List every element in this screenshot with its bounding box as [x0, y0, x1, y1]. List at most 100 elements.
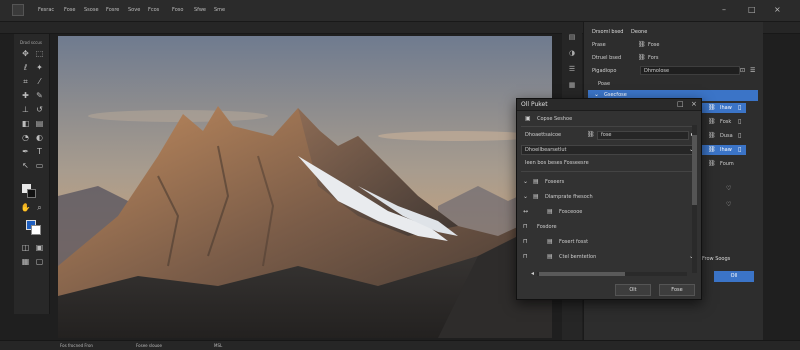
maximize-button[interactable]: □	[677, 100, 684, 108]
wand-tool-icon[interactable]: ✦	[34, 62, 45, 73]
status-mode: MSL	[214, 343, 223, 348]
link-icon: ⛓	[708, 146, 716, 153]
move-tool-icon[interactable]: ✥	[20, 48, 31, 59]
menu-item[interactable]: Foso	[172, 7, 183, 13]
arrows-icon[interactable]: ↔	[523, 207, 528, 217]
heart-icon[interactable]: ♡	[726, 200, 731, 210]
chevron-down-icon[interactable]: ⌄	[523, 192, 528, 202]
doc-icon: ▯	[738, 132, 742, 139]
row-value: Fose	[648, 42, 660, 48]
maximize-button[interactable]: □	[748, 5, 756, 14]
ok-button[interactable]: Olt	[615, 284, 651, 296]
properties-panel-icon[interactable]: ☰	[566, 64, 578, 75]
menu-item[interactable]: Fose	[64, 7, 75, 13]
vertical-scrollbar[interactable]	[692, 125, 697, 273]
divider	[521, 126, 697, 127]
adjust-panel-icon[interactable]: ◑	[566, 48, 578, 59]
blur-tool-icon[interactable]: ◔	[20, 132, 31, 143]
bottom-label: Frow Soogs	[702, 256, 731, 262]
link-icon: ⛓	[638, 54, 646, 61]
chevron-down-icon[interactable]: ⌄	[523, 177, 528, 187]
link-icon: ⛓	[708, 104, 716, 111]
text-tool-icon[interactable]: T	[34, 146, 45, 157]
minimize-button[interactable]: –	[722, 5, 726, 14]
tree-item[interactable]: Fosert fosst	[559, 237, 588, 247]
menu-item[interactable]: Fesrac	[38, 7, 54, 13]
frame-icon[interactable]: ▢	[34, 256, 45, 267]
link-icon: ⛓	[638, 41, 646, 48]
row-label: Dtruel bsed	[592, 55, 622, 61]
tree-item[interactable]: Foseers	[545, 177, 564, 187]
screen-mode-icon[interactable]: ▣	[34, 242, 45, 253]
ok-button[interactable]: Oll	[714, 271, 754, 282]
crop-tool-icon[interactable]: ⌗	[20, 76, 31, 87]
scrollbar-thumb[interactable]	[692, 135, 697, 205]
list-item-label: Ihaw	[720, 105, 732, 111]
stamp-tool-icon[interactable]: ⊥	[20, 104, 31, 115]
panel-tab[interactable]: Deone	[631, 29, 647, 35]
lock-icon[interactable]: ⊓	[523, 237, 528, 247]
grid-icon[interactable]: ▦	[20, 256, 31, 267]
panel-row: Dtruel bsed ⛓ Fors	[588, 52, 760, 64]
eraser-tool-icon[interactable]: ◧	[20, 118, 31, 129]
tree-item[interactable]: Fosdore	[537, 222, 557, 232]
layer-icon: ▤	[533, 178, 539, 185]
eyedropper-tool-icon[interactable]: ⁄	[34, 76, 45, 87]
cancel-button[interactable]: Fose	[659, 284, 695, 296]
brush-tool-icon[interactable]: ✎	[34, 90, 45, 101]
menu-item[interactable]: Sfwe	[194, 7, 206, 13]
layer-icon: ▤	[547, 238, 553, 245]
tree-item[interactable]: Ctel bemtetlon	[559, 252, 596, 262]
link-icon: ⛓	[708, 132, 716, 139]
menu-item[interactable]: Sme	[214, 7, 225, 13]
menu-icon[interactable]: ☰	[750, 66, 755, 76]
arrow-left-icon[interactable]: ◂	[531, 269, 534, 279]
dialog-titlebar[interactable]: Oll Puket □ ×	[517, 99, 701, 111]
pen-tool-icon[interactable]: ✒	[20, 146, 31, 157]
panel-tab[interactable]: Drsoml bsed	[592, 29, 623, 35]
hand-tool-icon[interactable]: ✋	[20, 202, 31, 213]
app-logo-icon	[12, 4, 24, 16]
history-brush-icon[interactable]: ↺	[34, 104, 45, 115]
dodge-tool-icon[interactable]: ◐	[34, 132, 45, 143]
background-color-swatch[interactable]	[31, 225, 41, 235]
menu-item[interactable]: Fosre	[106, 7, 119, 13]
layer-icon: ▤	[547, 253, 553, 260]
quick-mask-icon[interactable]: ◫	[20, 242, 31, 253]
tree-item[interactable]: Dlamprate fhesoch	[545, 192, 593, 202]
path-tool-icon[interactable]: ↖	[20, 160, 31, 171]
dropdown-value: fose	[601, 132, 612, 138]
lock-icon[interactable]: ⊓	[523, 252, 528, 262]
link-icon: ⛓	[708, 118, 716, 125]
history-panel-icon[interactable]: ▤	[566, 32, 578, 43]
horizontal-scrollbar[interactable]	[537, 272, 687, 276]
dialog-header-row: Copse Seshoe	[537, 116, 573, 122]
heart-icon[interactable]: ♡	[726, 184, 731, 194]
scrollbar-thumb[interactable]	[539, 272, 625, 276]
layer-icon: ▤	[533, 193, 539, 200]
heal-tool-icon[interactable]: ✚	[20, 90, 31, 101]
close-button[interactable]: ×	[691, 100, 697, 108]
menu-item[interactable]: Sove	[128, 7, 140, 13]
styles-panel-icon[interactable]: ▦	[566, 80, 578, 91]
lasso-tool-icon[interactable]: ℓ	[20, 62, 31, 73]
zoom-tool-icon[interactable]: ⌕	[34, 202, 45, 213]
menu-item[interactable]: Fcos	[148, 7, 159, 13]
mask-swatch-secondary[interactable]	[27, 189, 36, 198]
select-tool-icon[interactable]: ⬚	[34, 48, 45, 59]
tree-item[interactable]: Fosceooe	[559, 207, 582, 217]
menu-item[interactable]: Ssose	[84, 7, 99, 13]
expand-icon[interactable]: ⊡	[740, 66, 745, 76]
link-icon: ⛓	[708, 160, 716, 167]
app-window: Fesrac Fose Ssose Fosre Sove Fcos Foso S…	[0, 0, 800, 350]
row-label: Pigadiopo	[592, 68, 617, 74]
divider	[521, 171, 697, 172]
gradient-tool-icon[interactable]: ▤	[34, 118, 45, 129]
lock-icon[interactable]: ⊓	[523, 222, 528, 232]
shape-tool-icon[interactable]: ▭	[34, 160, 45, 171]
document-canvas[interactable]	[58, 36, 552, 338]
row-value: Fors	[648, 55, 659, 61]
status-info: Fosee slouoe	[136, 343, 162, 348]
row-value: Dhmolose	[644, 68, 670, 74]
close-button[interactable]: ×	[774, 5, 781, 14]
